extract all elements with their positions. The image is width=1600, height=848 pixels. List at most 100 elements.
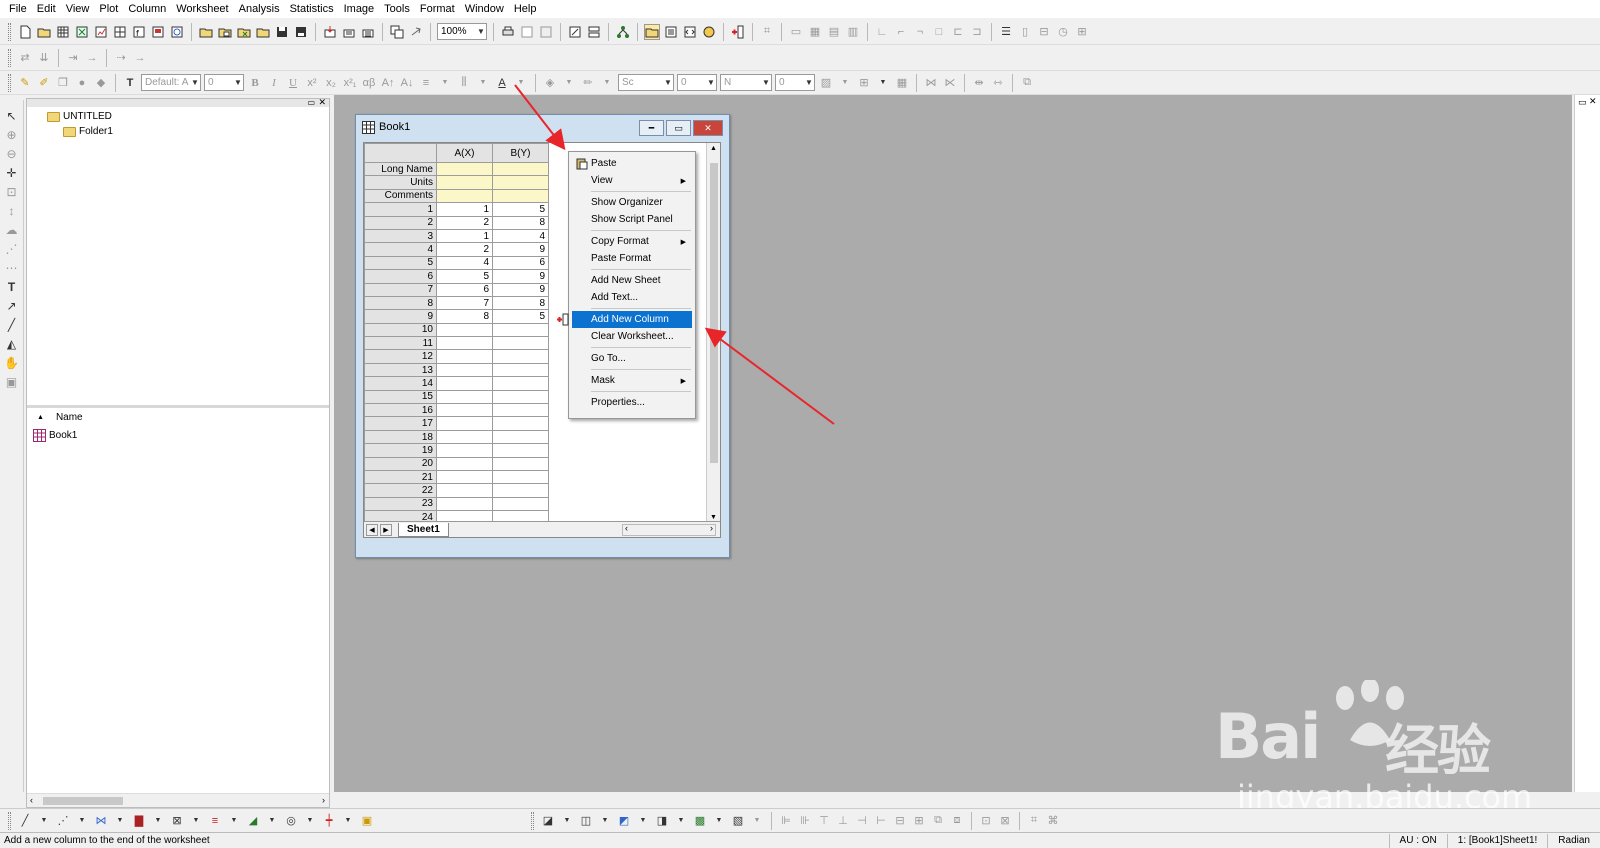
- script-window-icon[interactable]: [567, 24, 583, 40]
- unmerge-cells-icon[interactable]: ⋉: [942, 75, 958, 91]
- move-right-end-icon[interactable]: →: [84, 50, 100, 66]
- font-size-combo[interactable]: 0 ▼: [204, 74, 244, 91]
- layer-icon[interactable]: ▭: [788, 24, 804, 40]
- cell-b[interactable]: [492, 336, 549, 351]
- row-header[interactable]: 14: [364, 376, 437, 391]
- timer-icon[interactable]: ◷: [1055, 24, 1071, 40]
- cell-a[interactable]: 6: [436, 282, 493, 297]
- maximize-icon[interactable]: ▭: [666, 120, 691, 136]
- menu-format[interactable]: Format: [415, 0, 460, 18]
- cell-b[interactable]: 9: [492, 242, 549, 257]
- cell-b[interactable]: 8: [492, 295, 549, 311]
- align-top-icon[interactable]: ⊤: [816, 813, 832, 829]
- project-explorer-icon[interactable]: [644, 23, 660, 40]
- tree-root[interactable]: UNTITLED: [47, 111, 112, 122]
- cell-a[interactable]: 5: [436, 269, 493, 284]
- row-header[interactable]: 6: [364, 269, 437, 284]
- row-header[interactable]: 10: [364, 322, 437, 338]
- chevron-down-icon[interactable]: ▼: [561, 75, 577, 91]
- menu-window[interactable]: Window: [460, 0, 509, 18]
- open-icon[interactable]: [198, 24, 214, 40]
- chevron-down-icon[interactable]: ▼: [437, 75, 453, 91]
- swap-columns-icon[interactable]: ⇄: [17, 50, 33, 66]
- cell-b[interactable]: [492, 483, 549, 498]
- chevron-down-icon[interactable]: ▼: [264, 813, 280, 829]
- menu-edit[interactable]: Edit: [32, 0, 61, 18]
- group-objects-icon[interactable]: ⊡: [978, 813, 994, 829]
- worksheet-vertical-scrollbar[interactable]: ▲ ▼: [706, 143, 720, 523]
- row-header[interactable]: 2: [364, 215, 437, 230]
- group-icon[interactable]: ⧉: [1019, 75, 1035, 91]
- merge-cells-icon[interactable]: ⋈: [923, 75, 939, 91]
- cell-b[interactable]: [492, 416, 549, 431]
- scroll-thumb[interactable]: [43, 797, 123, 805]
- table-icon[interactable]: ⊞: [1074, 24, 1090, 40]
- chevron-down-icon[interactable]: ▼: [749, 813, 765, 829]
- chevron-down-icon[interactable]: ▼: [475, 75, 491, 91]
- decrease-font-icon[interactable]: A↓: [399, 75, 415, 91]
- new-excel-icon[interactable]: [74, 24, 90, 40]
- line-tool-icon[interactable]: ╱: [4, 317, 20, 333]
- menu-item-add-new-column[interactable]: Add New Column: [557, 311, 692, 328]
- data-reader-icon[interactable]: ✛: [4, 165, 20, 181]
- rescale-icon[interactable]: ⌗: [759, 24, 775, 40]
- chevron-down-icon[interactable]: ▼: [340, 813, 356, 829]
- row-header[interactable]: 13: [364, 362, 437, 378]
- cell-b[interactable]: [492, 443, 549, 458]
- bar-plot-icon[interactable]: ≡: [207, 813, 223, 829]
- paint-icon[interactable]: ✐: [36, 75, 52, 91]
- row-header[interactable]: 4: [364, 242, 437, 257]
- pattern-icon[interactable]: ▨: [818, 75, 834, 91]
- row-label-units[interactable]: Units: [364, 175, 437, 190]
- chevron-down-icon[interactable]: ▼: [188, 813, 204, 829]
- tab-next-icon[interactable]: ▶: [380, 523, 392, 536]
- chevron-down-icon[interactable]: ▼: [635, 813, 651, 829]
- cell-a[interactable]: [436, 429, 493, 445]
- axis-right-icon[interactable]: ¬: [912, 24, 928, 40]
- color-drop-icon[interactable]: ●: [74, 75, 90, 91]
- zoom-out-icon[interactable]: ⊖: [4, 146, 20, 162]
- new-folder-icon[interactable]: [36, 24, 52, 40]
- ungroup-objects-icon[interactable]: ⊠: [997, 813, 1013, 829]
- row-header[interactable]: 5: [364, 255, 437, 271]
- mask-icon[interactable]: ◆: [93, 75, 109, 91]
- brush-icon[interactable]: ✎: [17, 75, 33, 91]
- same-width-icon[interactable]: ⊟: [892, 813, 908, 829]
- align-bottom-icon[interactable]: ⊥: [835, 813, 851, 829]
- row-header[interactable]: 11: [364, 336, 437, 351]
- cell-a[interactable]: [436, 443, 493, 458]
- page-icon[interactable]: ▯: [1017, 24, 1033, 40]
- toolbar-grip[interactable]: [8, 22, 11, 41]
- 3d-bar-icon[interactable]: ◫: [578, 813, 594, 829]
- cell-b[interactable]: [492, 376, 549, 391]
- row-header[interactable]: 15: [364, 389, 437, 405]
- frame-icon[interactable]: □: [931, 24, 947, 40]
- menu-item-paste[interactable]: Paste: [572, 155, 692, 172]
- axis-break-icon[interactable]: ⊏: [950, 24, 966, 40]
- close-icon[interactable]: ✕: [693, 120, 723, 136]
- long-name-cell-a[interactable]: [436, 161, 493, 177]
- column-header-a[interactable]: A(X): [436, 143, 493, 163]
- increase-font-icon[interactable]: A↑: [380, 75, 396, 91]
- toolbar-grip[interactable]: [8, 48, 11, 67]
- draw-data-icon[interactable]: ☁: [4, 222, 20, 238]
- row-header[interactable]: 3: [364, 228, 437, 244]
- open-template-icon[interactable]: [217, 24, 233, 40]
- cell-b[interactable]: [492, 496, 549, 512]
- new-notes-icon[interactable]: [169, 24, 185, 40]
- font-combo[interactable]: Default: A ▼: [141, 74, 201, 91]
- open-excel-icon[interactable]: [236, 24, 252, 40]
- shape-tool-icon[interactable]: ◭: [4, 336, 20, 352]
- cell-a[interactable]: [436, 416, 493, 431]
- cell-a[interactable]: [436, 336, 493, 351]
- cell-b[interactable]: 5: [492, 202, 549, 217]
- menu-item-add-text[interactable]: Add Text...: [572, 289, 692, 306]
- chevron-down-icon[interactable]: ▼: [74, 813, 90, 829]
- cell-b[interactable]: [492, 456, 549, 471]
- line-plot-icon[interactable]: ╱: [17, 813, 33, 829]
- save-project-icon[interactable]: [274, 24, 290, 40]
- menu-statistics[interactable]: Statistics: [285, 0, 339, 18]
- cell-a[interactable]: [436, 483, 493, 498]
- scroll-right-icon[interactable]: ›: [710, 523, 713, 533]
- row-header[interactable]: 17: [364, 416, 437, 431]
